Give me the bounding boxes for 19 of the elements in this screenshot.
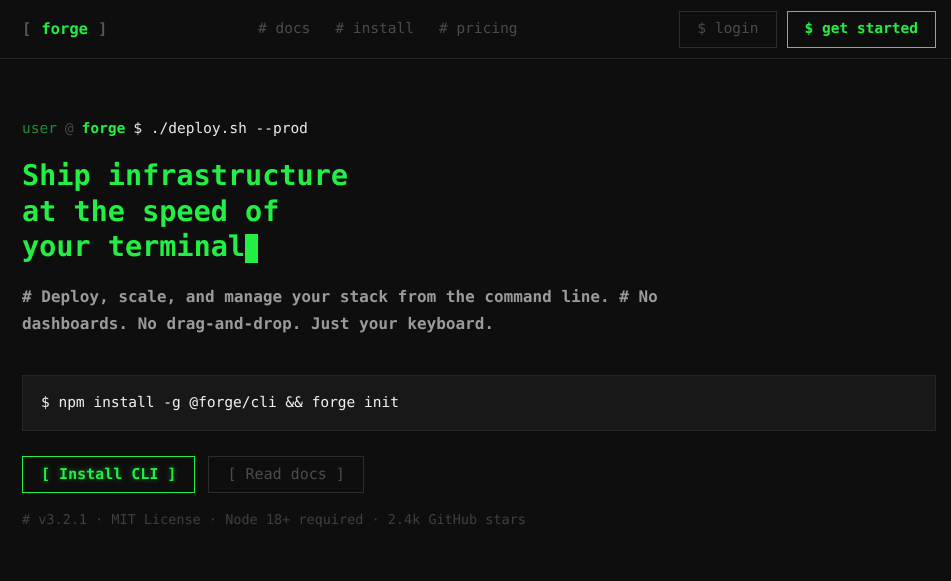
headline-line: Ship infrastructure <box>22 158 348 194</box>
prompt-command: $ ./deploy.sh --prod <box>133 121 308 137</box>
logo-text[interactable]: forge <box>41 20 88 38</box>
nav-link[interactable]: # pricing <box>438 21 518 37</box>
headline-line: at the speed of <box>22 194 280 229</box>
logo-bracket: ] <box>98 20 108 38</box>
read-docs-button[interactable]: [ Read docs ] <box>208 456 364 492</box>
prompt-host: forge <box>82 121 126 137</box>
headline-line: your terminal <box>22 229 246 264</box>
install-command-box: $ npm install -g @forge/cli && forge init <box>22 374 936 430</box>
prompt-at: @ <box>64 121 74 137</box>
description-text: # Deploy, scale, and manage your stack from the command line. # No dashboards. No drag-and-drop. Just your keyboard. <box>22 286 659 334</box>
nav-link[interactable]: # install <box>335 21 414 37</box>
prompt-user: user <box>22 121 57 137</box>
login-button[interactable]: $ login <box>679 10 776 48</box>
nav-link[interactable]: # docs <box>258 21 310 37</box>
logo-bracket: [ <box>22 20 32 38</box>
install-cli-button[interactable]: [ Install CLI ] <box>22 456 196 492</box>
get-started-button[interactable]: $ get started <box>786 10 936 48</box>
